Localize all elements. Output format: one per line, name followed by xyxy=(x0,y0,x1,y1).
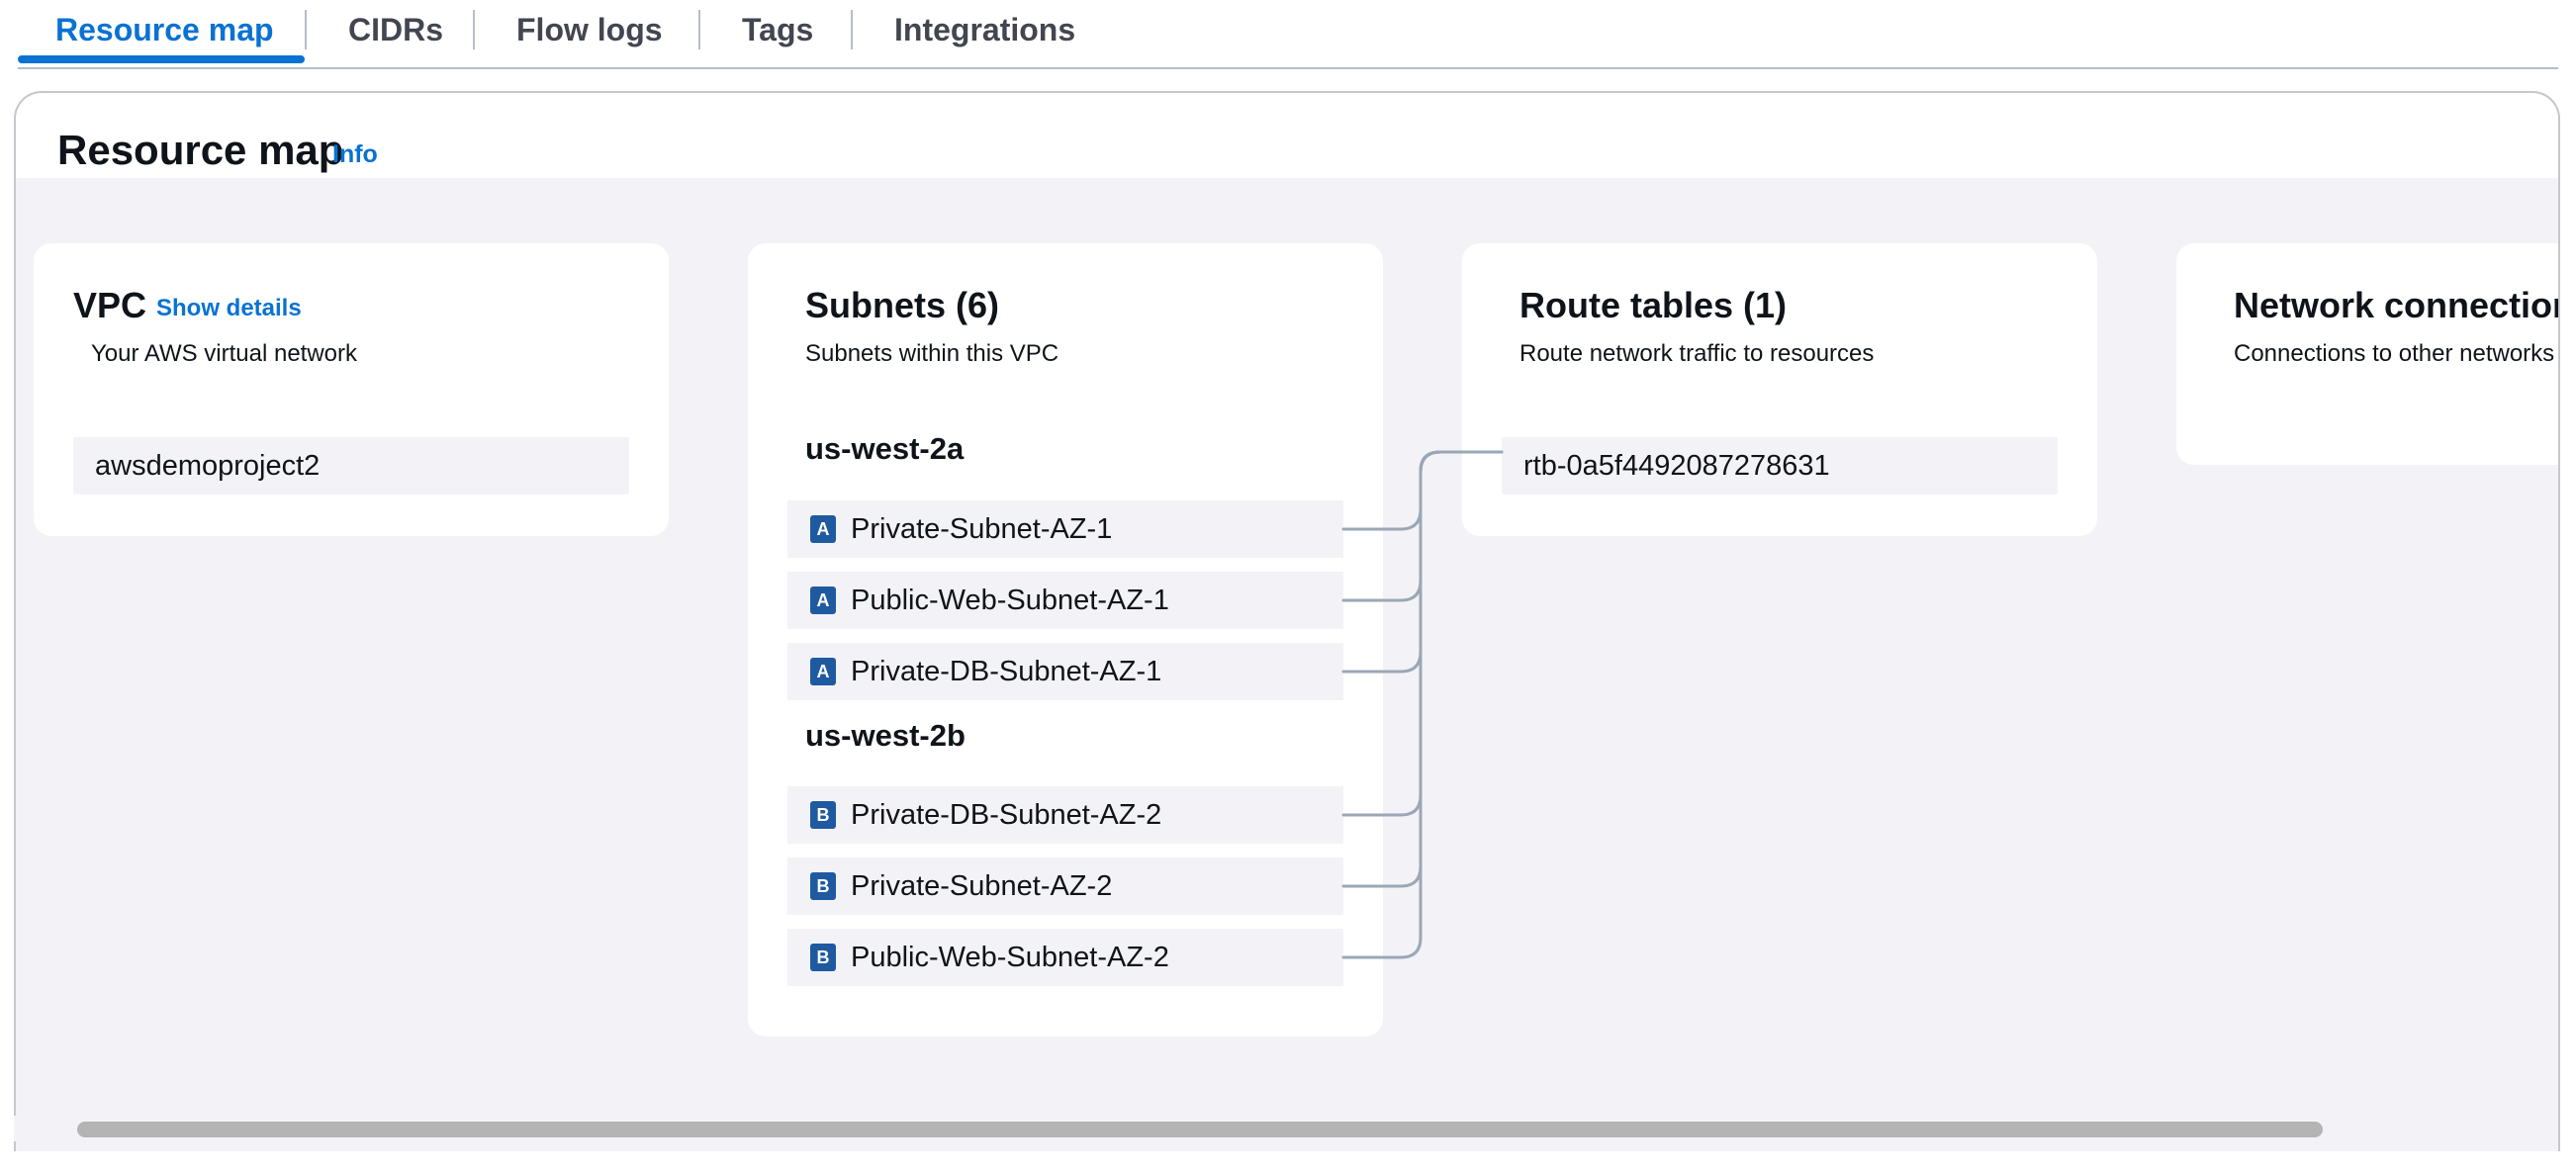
az-badge-icon: B xyxy=(810,872,836,900)
active-tab-indicator xyxy=(18,55,305,63)
route-tables-card: Route tables (1) Route network traffic t… xyxy=(1462,243,2097,536)
az-heading-us-west-2a: us-west-2a xyxy=(805,431,965,466)
az-badge-icon: A xyxy=(810,658,836,685)
tab-flow-logs[interactable]: Flow logs xyxy=(516,6,663,53)
subnet-item-private-db-subnet-az-2[interactable]: B Private-DB-Subnet-AZ-2 xyxy=(787,786,1343,844)
subnets-card-subtitle: Subnets within this VPC xyxy=(805,340,1059,367)
vpc-name-item[interactable]: awsdemoproject2 xyxy=(73,437,629,495)
subnet-name: Private-Subnet-AZ-2 xyxy=(851,870,1113,902)
vpc-resource-map-page: Resource map CIDRs Flow logs Tags Integr… xyxy=(0,0,2576,1173)
subnet-item-public-web-subnet-az-1[interactable]: A Public-Web-Subnet-AZ-1 xyxy=(787,572,1343,629)
resource-map-container: Resource map Info VPC Show details Your … xyxy=(14,91,2560,1151)
resource-map-canvas: VPC Show details Your AWS virtual networ… xyxy=(16,178,2558,1151)
subnet-item-public-web-subnet-az-2[interactable]: B Public-Web-Subnet-AZ-2 xyxy=(787,929,1343,986)
subnets-card-title: Subnets (6) xyxy=(805,285,1000,325)
vpc-card-title: VPC xyxy=(73,285,147,325)
az-badge-icon: B xyxy=(810,801,836,829)
subnet-name: Public-Web-Subnet-AZ-2 xyxy=(851,942,1169,973)
az-heading-us-west-2b: us-west-2b xyxy=(805,718,966,753)
tab-separator xyxy=(305,10,307,49)
tab-separator xyxy=(851,10,853,49)
page-title: Resource map xyxy=(57,127,344,173)
subnets-card: Subnets (6) Subnets within this VPC us-w… xyxy=(748,243,1383,1037)
subnet-item-private-subnet-az-1[interactable]: A Private-Subnet-AZ-1 xyxy=(787,500,1343,558)
tab-separator xyxy=(698,10,700,49)
subnet-name: Private-DB-Subnet-AZ-2 xyxy=(851,799,1162,831)
info-link[interactable]: Info xyxy=(332,135,378,174)
subnet-name: Private-DB-Subnet-AZ-1 xyxy=(851,656,1162,687)
subnet-item-private-subnet-az-2[interactable]: B Private-Subnet-AZ-2 xyxy=(787,857,1343,915)
vpc-card-subtitle: Your AWS virtual network xyxy=(91,340,358,367)
az-badge-icon: B xyxy=(810,944,836,971)
subnet-name: Private-Subnet-AZ-1 xyxy=(851,513,1113,545)
tab-separator xyxy=(473,10,475,49)
subnet-item-private-db-subnet-az-1[interactable]: A Private-DB-Subnet-AZ-1 xyxy=(787,643,1343,700)
vpc-card: VPC Show details Your AWS virtual networ… xyxy=(34,243,669,536)
network-connections-card-subtitle: Connections to other networks xyxy=(2234,340,2555,367)
network-connections-card: Network connections Connections to other… xyxy=(2176,243,2558,465)
subnet-name: Public-Web-Subnet-AZ-1 xyxy=(851,585,1169,616)
tab-resource-map[interactable]: Resource map xyxy=(55,6,274,53)
tab-integrations[interactable]: Integrations xyxy=(894,6,1075,53)
az-badge-icon: A xyxy=(810,586,836,614)
route-tables-card-title: Route tables (1) xyxy=(1519,285,1788,325)
route-tables-card-subtitle: Route network traffic to resources xyxy=(1519,340,1875,367)
tab-cidrs[interactable]: CIDRs xyxy=(348,6,443,53)
tab-bar: Resource map CIDRs Flow logs Tags Integr… xyxy=(18,0,2558,69)
horizontal-scrollbar[interactable] xyxy=(14,1116,2556,1141)
route-table-item[interactable]: rtb-0a5f4492087278631 xyxy=(1502,437,2058,495)
scrollbar-thumb[interactable] xyxy=(77,1122,2323,1137)
show-details-link[interactable]: Show details xyxy=(156,291,302,326)
tab-tags[interactable]: Tags xyxy=(742,6,813,53)
az-badge-icon: A xyxy=(810,515,836,543)
network-connections-card-title: Network connections xyxy=(2234,285,2558,325)
